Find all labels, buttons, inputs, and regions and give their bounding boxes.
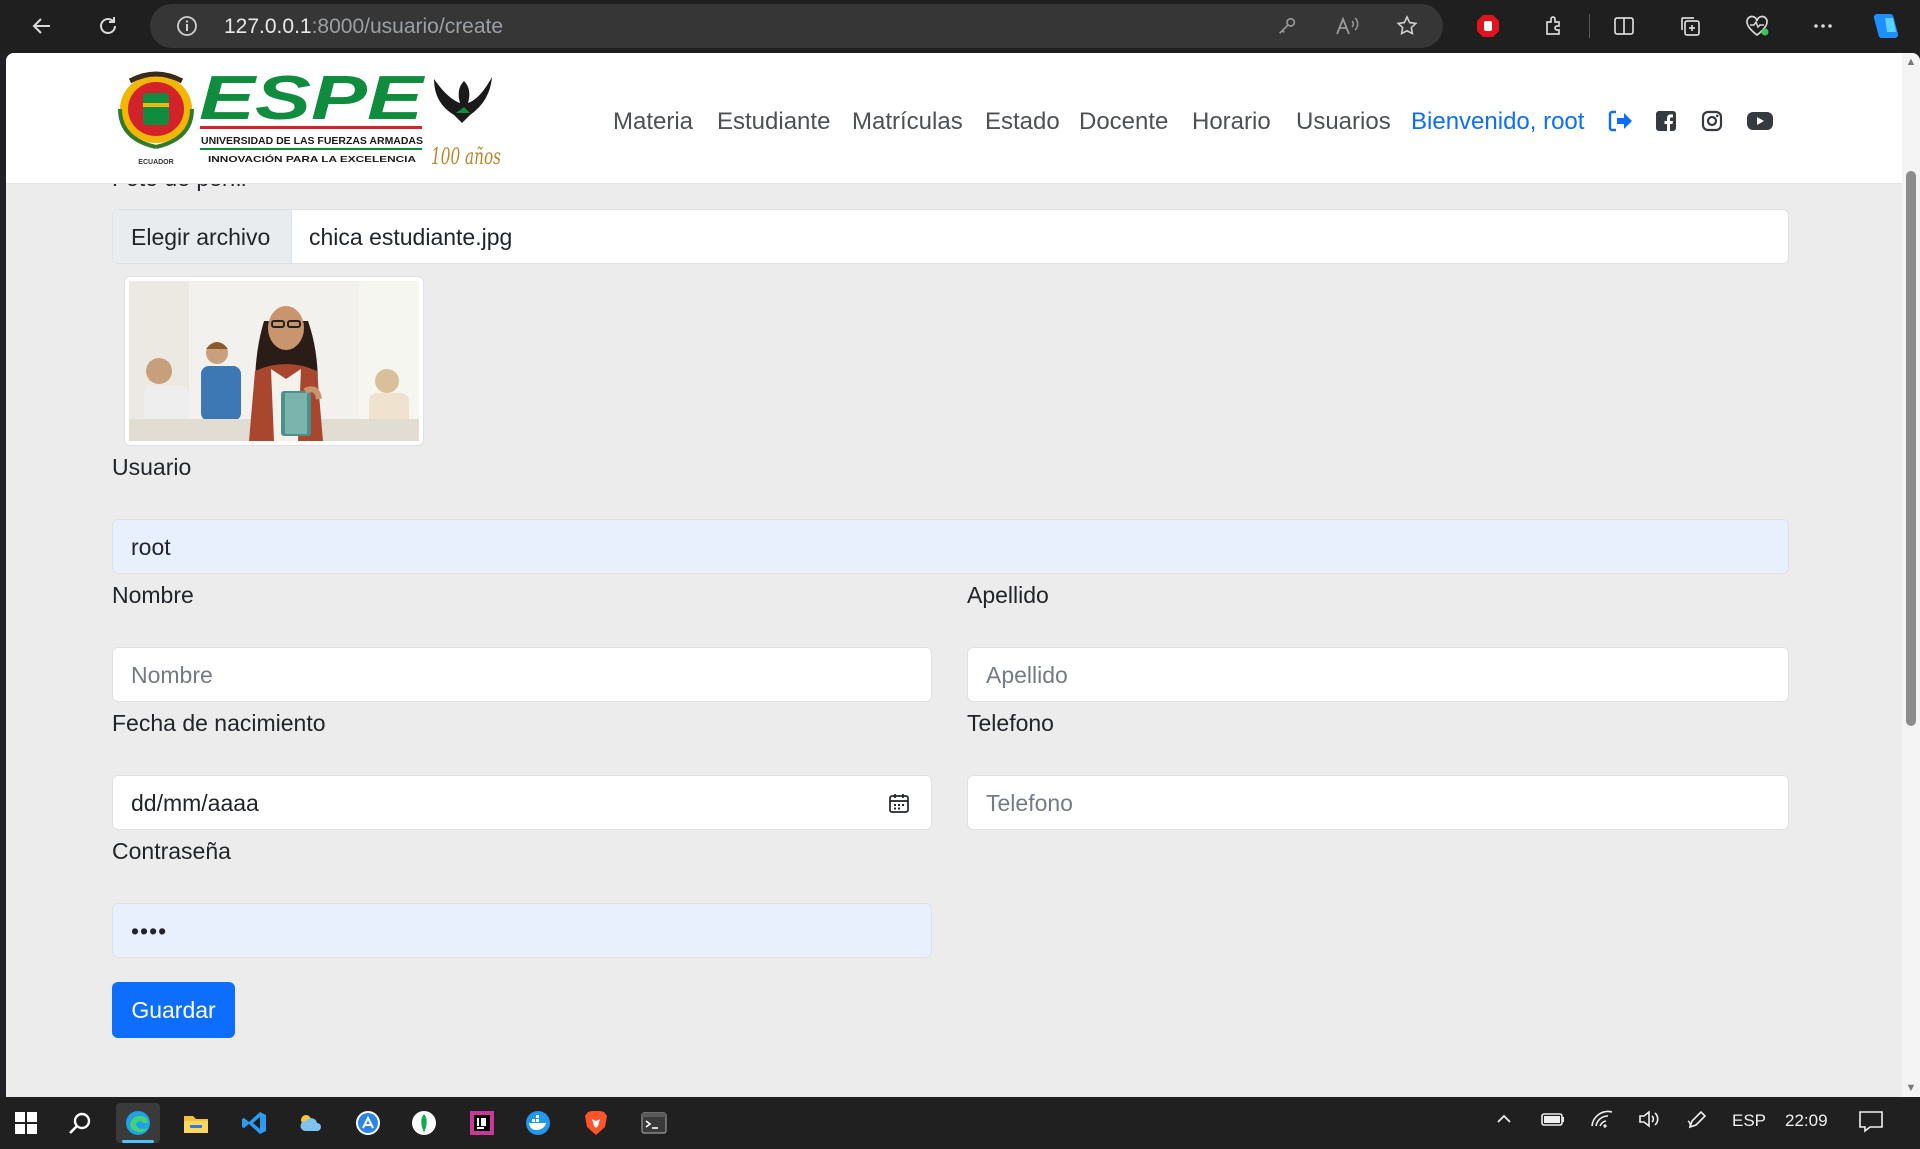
eagle-anniversary-logo [434,77,492,123]
battery-icon[interactable] [1540,1109,1566,1134]
page-viewport: Foto de perfil Elegir archivo chica estu… [6,53,1920,1097]
fecha-value: dd/mm/aaaa [131,790,259,816]
taskbar-terminal-icon[interactable] [632,1103,676,1143]
telefono-input[interactable]: Telefono [967,775,1789,830]
nav-usuarios[interactable]: Usuarios [1296,108,1391,136]
scroll-up-arrow-icon[interactable]: ▲ [1905,57,1917,68]
apellido-input[interactable]: Apellido [967,647,1789,702]
url-host: 127.0.0.1 [224,15,312,38]
toolbar-separator [1589,14,1590,38]
taskbar-app-store-icon[interactable] [346,1103,390,1143]
back-icon[interactable] [24,9,60,43]
nombre-label: Nombre [112,582,194,608]
language-indicator[interactable]: ESP [1732,1111,1766,1131]
logout-icon[interactable] [1606,107,1634,135]
logo-anniversary: 100 años [431,145,501,170]
student-photo-image [129,281,419,441]
nav-docente[interactable]: Docente [1079,108,1168,136]
choose-file-label: Elegir archivo [131,224,271,250]
url-path: :8000/usuario/create [311,15,504,38]
telefono-label: Telefono [967,710,1054,736]
nav-estudiante[interactable]: Estudiante [717,108,830,136]
taskbar-edge-icon[interactable] [116,1103,160,1143]
search-icon[interactable] [58,1103,102,1143]
nav-estado[interactable]: Estado [985,108,1060,136]
taskbar-brave-icon[interactable] [574,1103,618,1143]
extensions-icon[interactable] [1536,9,1572,43]
nombre-input[interactable]: Nombre [112,647,932,702]
calendar-icon[interactable] [887,791,911,815]
url-text: 127.0.0.1:8000/usuario/create [224,15,503,39]
scroll-down-arrow-icon[interactable]: ▼ [1905,1083,1917,1094]
wifi-icon[interactable] [1590,1109,1614,1134]
youtube-icon[interactable] [1746,107,1774,135]
fecha-nacimiento-input[interactable]: dd/mm/aaaa [112,775,932,830]
usuario-value: root [131,534,171,560]
logo-wordmark: ESPE [199,69,425,133]
browser-toolbar: 127.0.0.1:8000/usuario/create [0,0,1920,53]
collections-icon[interactable] [1672,9,1708,43]
photo-filename: chica estudiante.jpg [309,224,513,250]
password-label: Contraseña [112,838,231,864]
photo-file-input[interactable]: Elegir archivo chica estudiante.jpg [112,209,1789,264]
facebook-icon[interactable] [1652,107,1680,135]
fecha-label: Fecha de nacimiento [112,710,326,736]
navbar: ECUADOR ESPE UNIVERSIDAD DE LAS FUERZAS … [6,53,1902,184]
logo-motto: INNOVACIÓN PARA LA EXCELENCIA [208,153,416,164]
nav-welcome-user[interactable]: Bienvenido, root [1411,108,1584,136]
pen-input-icon[interactable] [1686,1109,1708,1134]
volume-icon[interactable] [1637,1109,1661,1134]
site-info-icon[interactable] [173,12,201,40]
instagram-icon[interactable] [1698,107,1726,135]
reload-icon[interactable] [90,9,126,43]
nav-materia[interactable]: Materia [613,108,693,136]
logo-university-name: UNIVERSIDAD DE LAS FUERZAS ARMADAS [201,135,423,147]
taskbar-intellij-icon[interactable] [460,1103,504,1143]
key-icon[interactable] [1273,12,1301,40]
split-screen-icon[interactable] [1606,9,1642,43]
adblock-extension-icon[interactable] [1470,9,1506,43]
clock-time[interactable]: 22:09 [1785,1111,1828,1131]
guardar-button[interactable]: Guardar [112,982,235,1038]
usuario-input[interactable]: root [112,519,1789,574]
notifications-icon[interactable] [1858,1109,1884,1138]
nav-horario[interactable]: Horario [1192,108,1271,136]
copilot-icon[interactable] [1868,9,1904,43]
usuario-label: Usuario [112,454,192,480]
taskbar-file-explorer-icon[interactable] [174,1103,218,1143]
nav-matriculas[interactable]: Matrículas [852,108,963,136]
nombre-placeholder: Nombre [131,662,213,688]
windows-taskbar: ESP 22:09 [0,1097,1920,1149]
telefono-placeholder: Telefono [986,790,1073,816]
espe-crest-logo [118,71,194,149]
show-hidden-icons-icon[interactable] [1494,1109,1514,1134]
usuario-create-form: Foto de perfil Elegir archivo chica estu… [6,53,1902,1097]
password-value: •••• [131,918,168,944]
taskbar-vscode-icon[interactable] [232,1103,276,1143]
taskbar-docker-icon[interactable] [516,1103,560,1143]
apellido-placeholder: Apellido [986,662,1068,688]
password-input[interactable]: •••• [112,903,932,958]
apellido-label: Apellido [967,582,1049,608]
favorite-star-icon[interactable] [1393,12,1421,40]
choose-file-button[interactable]: Elegir archivo [113,210,292,263]
taskbar-mongodb-icon[interactable] [402,1103,446,1143]
espe-logo[interactable]: ECUADOR ESPE UNIVERSIDAD DE LAS FUERZAS … [116,64,516,171]
browser-essentials-icon[interactable] [1739,9,1775,43]
address-bar[interactable]: 127.0.0.1:8000/usuario/create [150,4,1443,48]
read-aloud-icon[interactable] [1333,12,1361,40]
scrollbar-thumb[interactable] [1906,171,1916,726]
photo-preview [124,276,424,446]
more-menu-icon[interactable] [1805,9,1841,43]
logo-crest-caption: ECUADOR [138,159,173,166]
taskbar-weather-icon[interactable] [288,1103,332,1143]
windows-start-icon[interactable] [4,1103,48,1143]
